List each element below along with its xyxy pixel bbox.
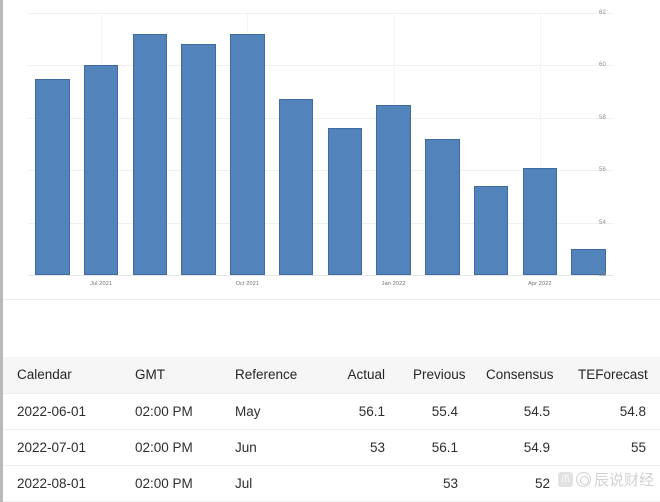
table-row[interactable]: 2022-07-01 02:00 PM Jun 53 56.1 54.9 55 xyxy=(3,429,660,466)
cell-calendar: 2022-08-01 xyxy=(3,465,121,502)
chart-bar[interactable] xyxy=(83,65,119,275)
chart-bar[interactable] xyxy=(230,33,265,275)
y-axis-tick-label: 58 xyxy=(599,114,607,121)
x-axis-tick-label: Oct 2021 xyxy=(235,281,260,287)
chart-bar[interactable] xyxy=(35,78,70,275)
y-axis-tick-label: 60 xyxy=(599,62,607,69)
page-left-rail xyxy=(0,0,3,502)
chart-plot-area xyxy=(28,13,613,276)
y-axis-tick-label: 52 xyxy=(599,272,607,278)
chart-bar[interactable] xyxy=(473,185,509,275)
cell-teforecast xyxy=(564,465,660,502)
calendar-table: Calendar GMT Reference Actual Previous Consen… xyxy=(3,357,660,502)
chart-bar[interactable] xyxy=(425,138,460,275)
cell-consensus: 54.9 xyxy=(472,429,564,466)
x-axis-tick-label: Apr 2022 xyxy=(528,281,552,287)
column-header-actual[interactable]: Actual xyxy=(321,357,399,394)
table-row[interactable]: 2022-08-01 02:00 PM Jul 53 52 xyxy=(3,465,660,502)
chart-bar[interactable] xyxy=(181,44,216,275)
table-head: Calendar GMT Reference Actual Previous Consen… xyxy=(3,357,660,394)
column-header-calendar[interactable]: Calendar xyxy=(3,357,121,394)
chart-bar[interactable] xyxy=(522,167,558,275)
column-header-previous[interactable]: Previous xyxy=(399,357,472,394)
cell-reference: Jun xyxy=(221,429,321,466)
cell-previous: 56.1 xyxy=(399,429,472,466)
gridline-horizontal xyxy=(28,275,613,276)
cell-reference: Jul xyxy=(221,465,321,502)
cell-gmt: 02:00 PM xyxy=(121,429,221,466)
cell-consensus: 52 xyxy=(472,465,564,502)
cell-actual: 53 xyxy=(321,429,399,466)
chart-bar[interactable] xyxy=(327,128,363,275)
cell-gmt: 02:00 PM xyxy=(121,393,221,430)
table-body: 2022-06-01 02:00 PM May 56.1 55.4 54.5 54.8 202… xyxy=(3,393,660,502)
gridline-horizontal xyxy=(28,13,613,14)
cell-calendar: 2022-07-01 xyxy=(3,429,121,466)
calendar-table-container: Calendar GMT Reference Actual Previous Consen… xyxy=(3,357,660,502)
y-axis-tick-label: 54 xyxy=(599,219,607,226)
column-header-teforecast[interactable]: TEForecast xyxy=(564,357,660,394)
cell-gmt: 02:00 PM xyxy=(121,465,221,502)
x-axis-tick-label: Jan 2022 xyxy=(381,281,406,287)
column-header-gmt[interactable]: GMT xyxy=(121,357,221,394)
cell-calendar: 2022-06-01 xyxy=(3,393,121,430)
cell-actual xyxy=(321,465,399,502)
column-header-reference[interactable]: Reference xyxy=(221,357,321,394)
cell-previous: 53 xyxy=(399,465,472,502)
bar-chart-card: 62 60 58 56 54 52 Jul 2021 Oct 2021 Jan 2022 Apr… xyxy=(3,0,660,300)
y-axis-tick-label: 62 xyxy=(599,10,607,16)
table-row[interactable]: 2022-06-01 02:00 PM May 56.1 55.4 54.5 54.8 xyxy=(3,393,660,430)
cell-teforecast: 55 xyxy=(564,429,660,466)
cell-reference: May xyxy=(221,393,321,430)
chart-bar[interactable] xyxy=(278,99,314,275)
cell-previous: 55.4 xyxy=(399,393,472,430)
cell-consensus: 54.5 xyxy=(472,393,564,430)
cell-teforecast: 54.8 xyxy=(564,393,660,430)
y-axis-tick-label: 56 xyxy=(599,167,607,174)
cell-actual: 56.1 xyxy=(321,393,399,430)
chart-bar[interactable] xyxy=(376,104,411,275)
chart-bar[interactable] xyxy=(132,33,168,275)
table-header-row: Calendar GMT Reference Actual Previous Consen… xyxy=(3,357,660,394)
x-axis-tick-label: Jul 2021 xyxy=(90,281,113,287)
column-header-consensus[interactable]: Consensus xyxy=(472,357,564,394)
